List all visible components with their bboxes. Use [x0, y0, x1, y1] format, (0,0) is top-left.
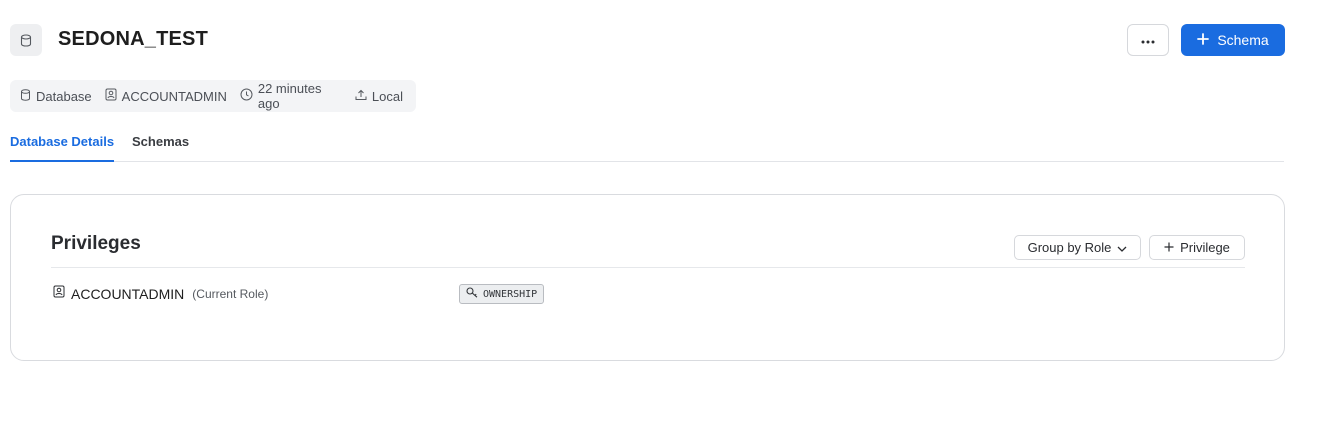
- add-privilege-button[interactable]: Privilege: [1149, 235, 1245, 260]
- add-schema-button[interactable]: Schema: [1181, 24, 1285, 56]
- plus-icon: [1164, 240, 1174, 255]
- divider: [51, 267, 1245, 268]
- add-privilege-label: Privilege: [1180, 240, 1230, 255]
- meta-owner[interactable]: ACCOUNTADMIN: [105, 88, 227, 104]
- role-name[interactable]: ACCOUNTADMIN: [71, 286, 184, 302]
- ellipsis-icon: [1141, 31, 1155, 49]
- group-by-label: Group by Role: [1027, 240, 1112, 255]
- plus-icon: [1197, 32, 1210, 48]
- meta-updated-label: 22 minutes ago: [257, 81, 322, 111]
- meta-source: Local: [355, 89, 403, 104]
- key-icon: [466, 287, 479, 301]
- upload-icon: [355, 89, 367, 104]
- database-icon: [10, 24, 42, 56]
- tab-database-details[interactable]: Database Details: [10, 134, 115, 162]
- user-badge-icon: [105, 88, 117, 104]
- user-badge-icon: [53, 285, 65, 303]
- meta-type: Database: [20, 89, 92, 104]
- meta-type-label: Database: [36, 88, 92, 104]
- schema-button-label: Schema: [1217, 32, 1269, 48]
- meta-owner-label: ACCOUNTADMIN: [121, 88, 227, 104]
- current-role-note: (Current Role): [192, 287, 269, 301]
- more-options-button[interactable]: [1127, 24, 1169, 56]
- tab-bar: Database Details Schemas: [10, 130, 1284, 162]
- tab-schemas[interactable]: Schemas: [132, 134, 189, 149]
- privileges-card: Privileges Group by Role Privilege ACCOU…: [10, 194, 1285, 361]
- page-title: SEDONA_TEST: [58, 28, 209, 50]
- meta-updated: 22 minutes ago: [240, 81, 342, 111]
- privilege-row: ACCOUNTADMIN (Current Role): [53, 285, 268, 303]
- clock-icon: [240, 88, 253, 104]
- meta-source-label: Local: [371, 88, 403, 104]
- privilege-label: OWNERSHIP: [483, 288, 538, 300]
- chevron-down-icon: [1117, 240, 1127, 255]
- metadata-bar: Database ACCOUNTADMIN 22 minutes ago Loc…: [10, 80, 416, 112]
- group-by-role-dropdown[interactable]: Group by Role: [1014, 235, 1141, 260]
- database-icon: [20, 88, 31, 104]
- privileges-title: Privileges: [51, 233, 141, 254]
- ownership-badge: OWNERSHIP: [459, 284, 545, 304]
